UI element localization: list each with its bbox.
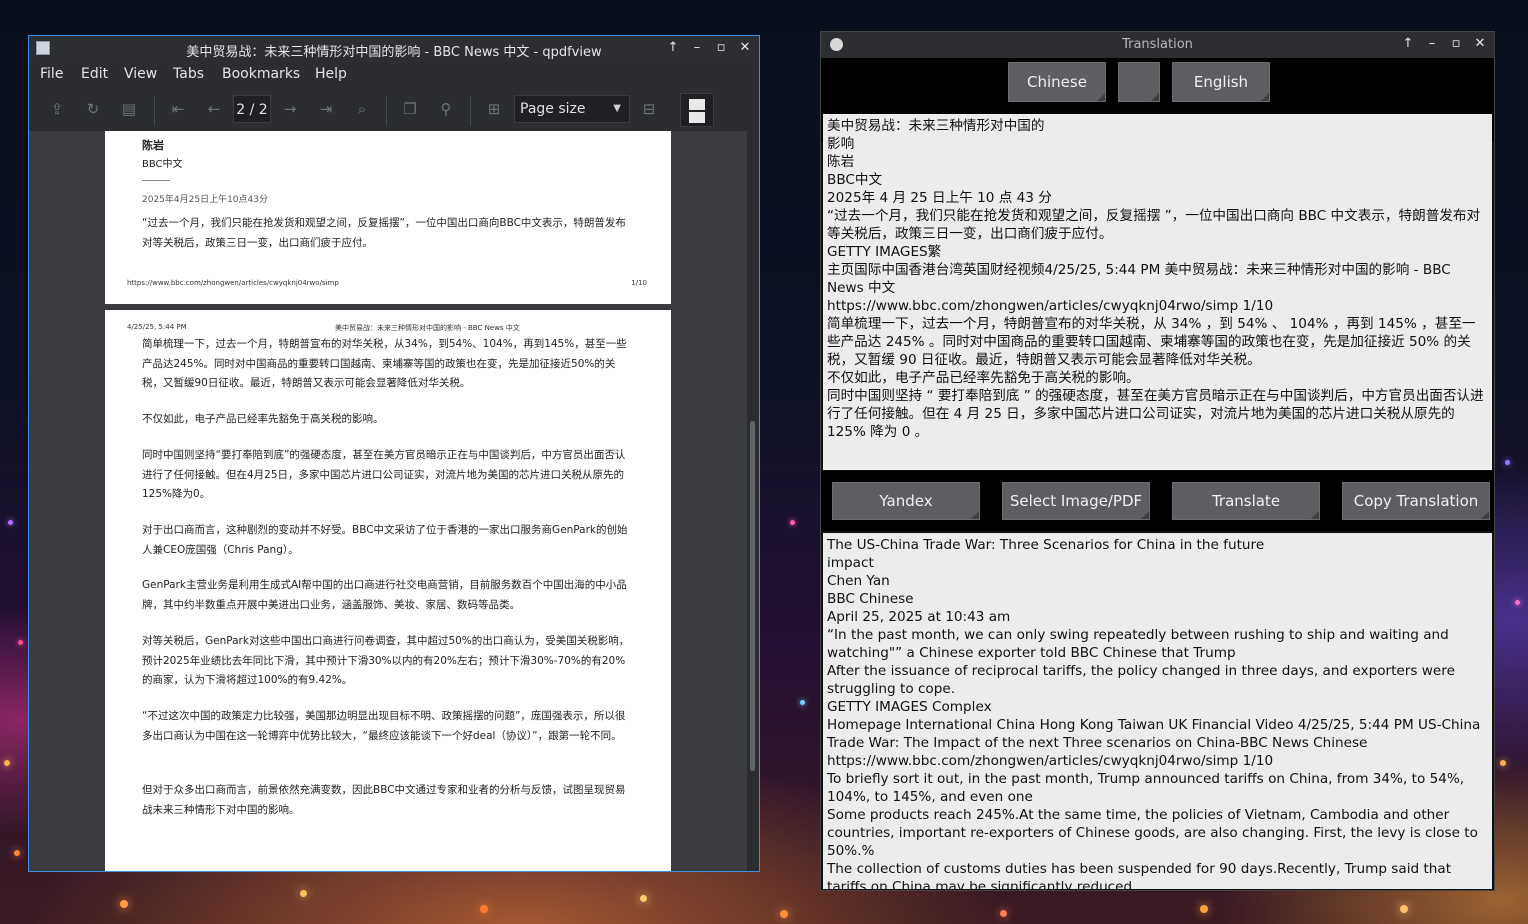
keep-above-icon[interactable]: ↑ (665, 40, 681, 56)
source-line: 美中贸易战：未来三种情形对中国的 (827, 118, 1045, 134)
refresh-icon[interactable]: ↻ (84, 100, 102, 118)
minimize-icon[interactable]: – (689, 40, 705, 56)
close-icon[interactable]: ✕ (1472, 36, 1488, 52)
pdf-page-1: 陈岩 BBC中文 2025年4月25日上午10点43分 “过去一个月，我们只能在… (105, 131, 671, 304)
open-icon[interactable]: ⇪ (48, 100, 66, 118)
page-footer-url: https://www.bbc.com/zhongwen/articles/cw… (127, 279, 339, 287)
paragraph: 简单梳理一下，过去一个月，特朗普宣布的对华关税，从34%，到54%、104%，再… (142, 338, 627, 389)
yandex-button[interactable]: Yandex (832, 482, 980, 520)
close-icon[interactable]: ✕ (737, 40, 753, 56)
swap-languages-button[interactable] (1118, 62, 1160, 102)
translation-output-area[interactable]: The US-China Trade War: Three Scenarios … (823, 533, 1492, 889)
translation-line: The US-China Trade War: Three Scenarios … (827, 537, 1265, 553)
scale-mode-value: Page size (520, 101, 586, 117)
source-line: GETTY IMAGES繁 (827, 244, 942, 260)
pdf-toolbar: ⇪ ↻ ▤ ⇤ ← 2 / 2 → ⇥ ⌕ ❐ ⚲ ⊞ Page size ▼ … (29, 90, 759, 130)
keep-above-icon[interactable]: ↑ (1400, 36, 1416, 52)
paragraph: 不仅如此，电子产品已经率先豁免于高关税的影响。 (142, 413, 384, 425)
menu-tabs[interactable]: Tabs (173, 66, 204, 82)
translation-line: GETTY IMAGES Complex (827, 699, 992, 715)
paragraph: 对等关税后，GenPark对这些中国出口商进行问卷调查，其中超过50%的出口商认… (142, 635, 630, 686)
source-line: https://www.bbc.com/zhongwen/articles/cw… (827, 298, 1274, 314)
attachment-icon[interactable]: ⚲ (437, 100, 455, 118)
window-title: 美中贸易战：未来三种情形对中国的影响 - BBC News 中文 - qpdfv… (186, 45, 602, 60)
page-footer-number: 1/10 (631, 279, 647, 287)
source-line: 2025年 4 月 25 日上午 10 点 43 分 (827, 190, 1052, 206)
print-icon[interactable]: ▤ (120, 100, 138, 118)
menubar: File Edit View Tabs Bookmarks Help (29, 62, 759, 88)
document-view[interactable]: 陈岩 BBC中文 2025年4月25日上午10点43分 “过去一个月，我们只能在… (29, 131, 747, 871)
translation-titlebar[interactable]: Translation ↑ – ▫ ✕ (821, 32, 1494, 58)
page-header-date: 4/25/25, 5:44 PM (127, 323, 187, 331)
translation-line: After the issuance of reciprocal tariffs… (827, 663, 1455, 697)
menu-help[interactable]: Help (315, 66, 347, 82)
translation-line: impact (827, 555, 874, 571)
paragraph: GenPark主营业务是利用生成式AI帮中国的出口商进行社交电商营销，目前服务数… (142, 579, 627, 611)
search-icon[interactable]: ⌕ (353, 100, 371, 118)
minimize-icon[interactable]: – (1424, 36, 1440, 52)
translation-window: Translation ↑ – ▫ ✕ Chinese English 美中贸易… (820, 31, 1495, 891)
paragraph: “不过这次中国的政策定力比较强，美国那边明显出现目标不明、政策摇摆的问题”，庞国… (142, 710, 626, 742)
copy-icon[interactable]: ❐ (401, 100, 419, 118)
previous-page-icon[interactable]: ← (205, 100, 223, 118)
source-line: 不仅如此，电子产品已经率先豁免于高关税的影响。 (827, 370, 1140, 386)
translation-line: Chen Yan (827, 573, 890, 589)
page-header-title: 美中贸易战：未来三种情形对中国的影响 - BBC News 中文 (335, 324, 520, 332)
paragraph: 但对于众多出口商而言，前景依然充满变数，因此BBC中文通过专家和业者的分析与反馈… (142, 784, 626, 816)
translation-line: https://www.bbc.com/zhongwen/articles/cw… (827, 753, 1274, 769)
source-line: 主页国际中国香港台湾英国财经视频4/25/25, 5:44 PM 美中贸易战：未… (827, 262, 1451, 296)
source-line: 陈岩 (827, 154, 855, 170)
menu-file[interactable]: File (40, 66, 63, 82)
menu-edit[interactable]: Edit (81, 66, 108, 82)
next-page-icon[interactable]: → (281, 100, 299, 118)
source-language-button[interactable]: Chinese (1008, 62, 1106, 102)
translation-line: To briefly sort it out, in the past mont… (827, 771, 1465, 805)
menu-bookmarks[interactable]: Bookmarks (222, 66, 300, 82)
translation-line: BBC Chinese (827, 591, 914, 607)
vertical-scrollbar[interactable] (747, 131, 759, 871)
menu-view[interactable]: View (124, 66, 157, 82)
page-number-field[interactable]: 2 / 2 (233, 95, 271, 123)
divider (142, 180, 170, 181)
action-bar: Yandex Select Image/PDF Translate Copy T… (821, 471, 1494, 531)
scrollbar-thumb[interactable] (750, 421, 755, 771)
paragraph: 同时中国则坚持“要打奉陪到底”的强硬态度，甚至在美方官员暗示正在与中国谈判后，中… (142, 449, 626, 500)
source-line: 同时中国则坚持 “ 要打奉陪到底 ” 的强硬态度，甚至在美方官员暗示正在与中国谈… (827, 388, 1484, 440)
translation-line: The collection of customs duties has bee… (827, 861, 1452, 889)
article-date: 2025年4月25日上午10点43分 (142, 195, 268, 205)
select-image-pdf-button[interactable]: Select Image/PDF (1002, 482, 1150, 520)
source-line: BBC中文 (827, 172, 883, 188)
zoom-in-icon[interactable]: ⊞ (485, 100, 503, 118)
source-line: 影响 (827, 136, 855, 152)
two-page-layout-button[interactable] (680, 93, 714, 127)
article-author: 陈岩 (142, 139, 164, 152)
first-page-icon[interactable]: ⇤ (169, 100, 187, 118)
target-language-button[interactable]: English (1172, 62, 1270, 102)
pdf-viewer-window: 美中贸易战：未来三种情形对中国的影响 - BBC News 中文 - qpdfv… (28, 35, 760, 872)
maximize-icon[interactable]: ▫ (1448, 36, 1464, 52)
pdf-page-2: 4/25/25, 5:44 PM 美中贸易战：未来三种情形对中国的影响 - BB… (105, 310, 671, 871)
translation-line: April 25, 2025 at 10:43 am (827, 609, 1011, 625)
chevron-down-icon: ▼ (613, 103, 621, 114)
copy-translation-button[interactable]: Copy Translation (1342, 482, 1490, 520)
maximize-icon[interactable]: ▫ (713, 40, 729, 56)
pdf-titlebar[interactable]: 美中贸易战：未来三种情形对中国的影响 - BBC News 中文 - qpdfv… (29, 36, 759, 62)
translate-button[interactable]: Translate (1172, 482, 1320, 520)
translation-line: “In the past month, we can only swing re… (827, 627, 1449, 661)
zoom-out-icon[interactable]: ⊟ (640, 100, 658, 118)
scale-mode-select[interactable]: Page size ▼ (514, 95, 630, 123)
paragraph: 对于出口商而言，这种剧烈的变动并不好受。BBC中文采访了位于香港的一家出口服务商… (142, 524, 628, 556)
article-outlet: BBC中文 (142, 159, 183, 170)
source-text-area[interactable]: 美中贸易战：未来三种情形对中国的 影响 陈岩 BBC中文 2025年 4 月 2… (823, 114, 1492, 470)
source-line: “过去一个月，我们只能在抢发货和观望之间，反复摇摆 ”，一位中国出口商向 BBC… (827, 208, 1481, 242)
translation-line: Some products reach 245%.At the same tim… (827, 807, 1478, 859)
window-title: Translation (1122, 37, 1193, 52)
translation-line: Homepage International China Hong Kong T… (827, 717, 1481, 751)
article-lead: “过去一个月，我们只能在抢发货和观望之间，反复摇摆”，一位中国出口商向BBC中文… (142, 217, 626, 249)
last-page-icon[interactable]: ⇥ (317, 100, 335, 118)
source-line: 简单梳理一下，过去一个月，特朗普宣布的对华关税，从 34% ，到 54% 、 1… (827, 316, 1476, 368)
